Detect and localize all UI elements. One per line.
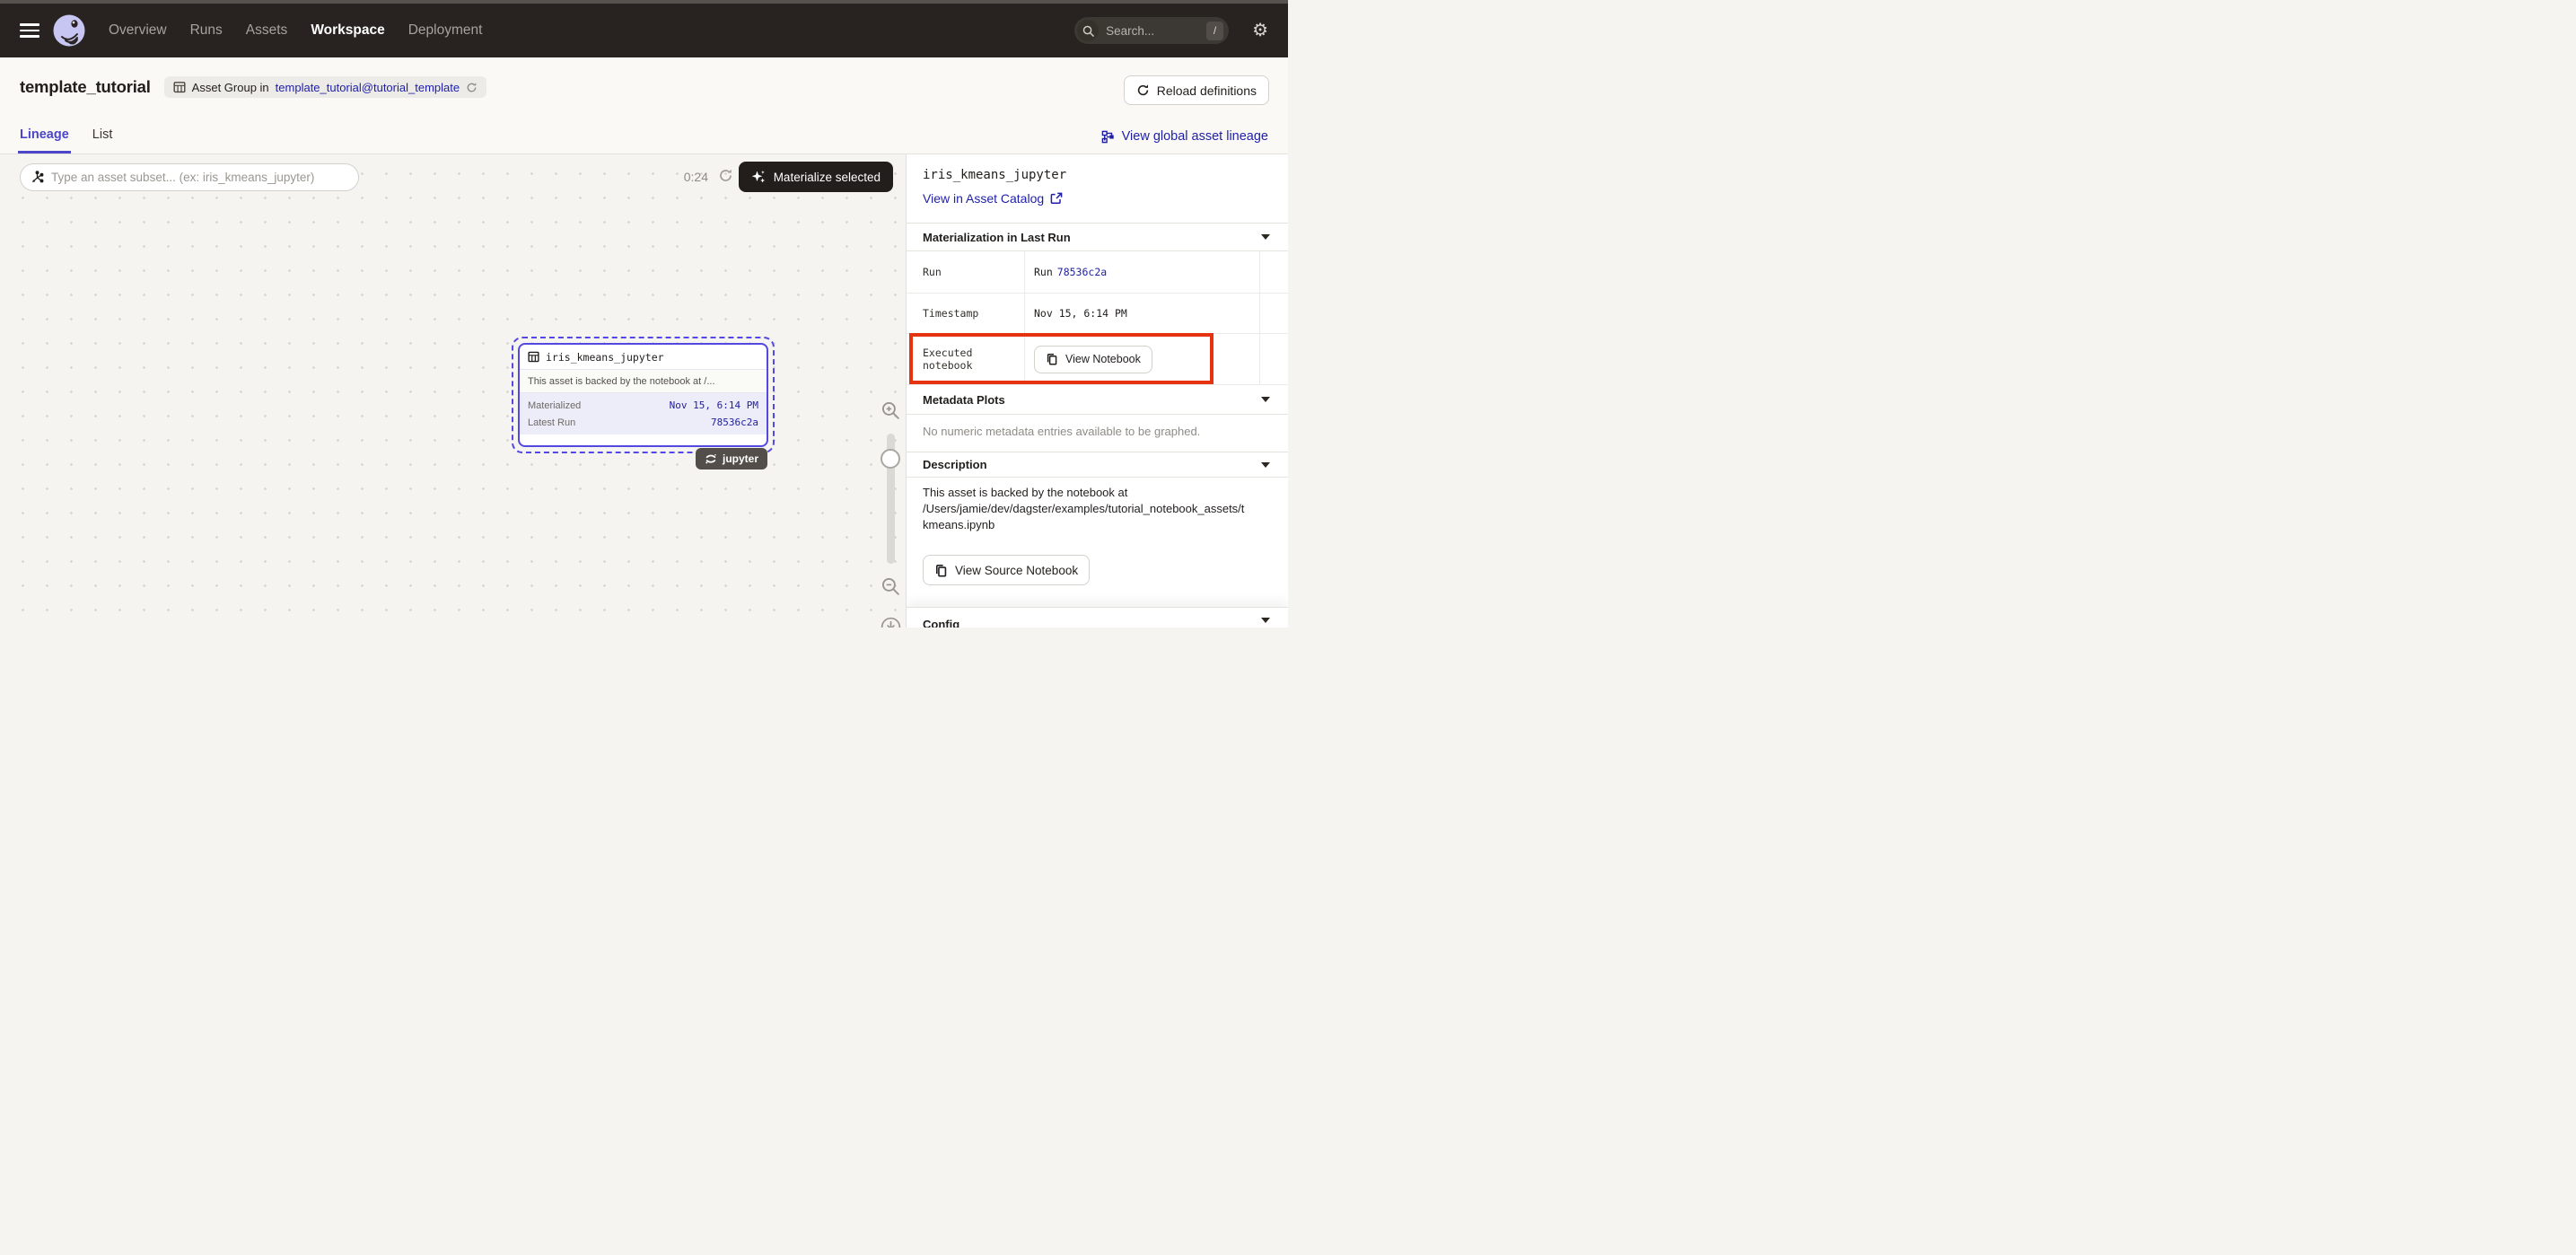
description-text: This asset is backed by the notebook at … (923, 485, 1284, 533)
tab-lineage[interactable]: Lineage (20, 127, 69, 154)
metadata-row-timestamp: Timestamp Nov 15, 6:14 PM (907, 294, 1288, 334)
description-line: /Users/jamie/dev/dagster/examples/tutori… (923, 501, 1284, 517)
asset-group-badge-link[interactable]: template_tutorial@tutorial_template (276, 81, 460, 94)
view-tabs: Lineage List (20, 127, 112, 154)
nav-menu: Overview Runs Assets Workspace Deploymen… (109, 22, 482, 39)
stat-value[interactable]: 78536c2a (711, 417, 758, 428)
download-icon[interactable] (881, 617, 901, 628)
caret-down-icon (1261, 618, 1270, 623)
node-stats: Materialized Nov 15, 6:14 PM Latest Run … (520, 393, 767, 434)
asset-detail-sidebar: iris_kmeans_jupyter View in Asset Catalo… (907, 154, 1288, 628)
table-icon (528, 351, 539, 363)
description-line: kmeans.ipynb (923, 517, 1284, 533)
zoom-in-icon[interactable] (881, 400, 901, 421)
caret-down-icon (1261, 462, 1270, 468)
nav-item-overview[interactable]: Overview (109, 22, 167, 39)
top-nav: Overview Runs Assets Workspace Deploymen… (0, 0, 1288, 57)
section-header-label: Metadata Plots (923, 393, 1005, 407)
lineage-canvas[interactable]: 0:24 Materialize selected iris_kme (0, 154, 907, 628)
nav-item-runs[interactable]: Runs (190, 22, 223, 39)
view-global-asset-lineage-label: View global asset lineage (1122, 129, 1268, 144)
section-header-label: Description (923, 458, 987, 471)
view-source-notebook-button[interactable]: View Source Notebook (923, 555, 1090, 585)
run-id-link[interactable]: 78536c2a (1057, 266, 1107, 278)
section-header-label: Config (923, 618, 959, 628)
stat-label: Materialized (528, 400, 581, 411)
view-notebook-button[interactable]: View Notebook (1034, 346, 1152, 373)
section-config[interactable]: Config (907, 607, 1288, 628)
metadata-value: Nov 15, 6:14 PM (1025, 294, 1260, 333)
materialize-selected-button[interactable]: Materialize selected (739, 162, 893, 192)
metadata-row-run: Run Run 78536c2a (907, 251, 1288, 294)
hamburger-menu-icon[interactable] (20, 23, 39, 38)
refresh-icon (1136, 83, 1150, 97)
dagster-logo (53, 14, 85, 47)
zoom-slider-thumb[interactable] (881, 449, 900, 469)
asset-group-icon (173, 81, 186, 93)
dagster-app: Overview Runs Assets Workspace Deploymen… (0, 0, 1288, 628)
page-header: template_tutorial Asset Group in templat… (0, 57, 1288, 154)
jupyter-icon (705, 452, 717, 465)
page-title: template_tutorial (20, 77, 151, 97)
metadata-key: Run (907, 251, 1025, 293)
metadata-key: Timestamp (907, 294, 1025, 333)
notebook-copy-icon (934, 564, 948, 577)
caret-down-icon (1261, 234, 1270, 240)
search-input[interactable] (1106, 24, 1206, 38)
stat-value: Nov 15, 6:14 PM (670, 399, 758, 411)
node-description: This asset is backed by the notebook at … (520, 369, 767, 393)
jupyter-tag-label: jupyter (723, 452, 758, 465)
stat-label: Latest Run (528, 417, 575, 428)
nav-item-assets[interactable]: Assets (246, 22, 288, 39)
section-description[interactable]: Description (907, 452, 1288, 478)
metadata-value-prefix: Run (1034, 266, 1053, 278)
materialize-selected-label: Materialize selected (774, 171, 881, 184)
view-global-asset-lineage-link[interactable]: View global asset lineage (1101, 129, 1268, 144)
node-stat-row: Materialized Nov 15, 6:14 PM (528, 399, 758, 411)
asset-subset-icon (31, 171, 44, 184)
node-title: iris_kmeans_jupyter (546, 351, 664, 364)
sidebar-asset-title: iris_kmeans_jupyter (923, 168, 1066, 182)
jupyter-tag[interactable]: jupyter (696, 448, 767, 470)
asset-group-badge-text: Asset Group in (192, 81, 269, 94)
global-search[interactable]: / (1074, 17, 1229, 44)
asset-node-iris-kmeans-jupyter[interactable]: iris_kmeans_jupyter This asset is backed… (518, 343, 768, 447)
main-content: 0:24 Materialize selected iris_kme (0, 154, 1288, 628)
section-header-label: Materialization in Last Run (923, 231, 1071, 244)
external-link-icon (1050, 192, 1063, 205)
node-stat-row: Latest Run 78536c2a (528, 417, 758, 428)
refresh-icon[interactable] (466, 82, 478, 93)
metadata-row-executed-notebook: Executed notebook View Notebook (907, 334, 1288, 385)
refresh-icon[interactable] (718, 168, 733, 183)
nav-item-deployment[interactable]: Deployment (408, 22, 483, 39)
caret-down-icon (1261, 397, 1270, 402)
metadata-key: Executed notebook (907, 334, 1025, 384)
metadata-plots-empty-message: No numeric metadata entries available to… (923, 425, 1200, 438)
view-source-notebook-label: View Source Notebook (955, 564, 1078, 577)
zoom-out-icon[interactable] (881, 576, 901, 597)
notebook-copy-icon (1046, 353, 1058, 365)
section-materialization-in-last-run[interactable]: Materialization in Last Run (907, 224, 1288, 251)
section-metadata-plots[interactable]: Metadata Plots (907, 385, 1288, 415)
asset-subset-input[interactable] (51, 171, 348, 184)
tab-list[interactable]: List (92, 127, 113, 154)
reload-definitions-button[interactable]: Reload definitions (1124, 75, 1269, 105)
asset-subset-search[interactable] (20, 163, 359, 191)
sparkle-icon (751, 170, 766, 184)
lineage-icon (1101, 130, 1115, 144)
asset-group-badge: Asset Group in template_tutorial@tutoria… (164, 76, 486, 98)
search-icon (1077, 20, 1099, 41)
description-line: This asset is backed by the notebook at (923, 485, 1284, 501)
refresh-countdown: 0:24 (684, 170, 708, 184)
nav-item-workspace[interactable]: Workspace (311, 22, 384, 39)
view-in-asset-catalog-label: View in Asset Catalog (923, 191, 1044, 206)
gear-icon[interactable]: ⚙ (1252, 22, 1268, 39)
reload-definitions-label: Reload definitions (1157, 83, 1257, 98)
view-in-asset-catalog-link[interactable]: View in Asset Catalog (923, 191, 1063, 206)
view-notebook-label: View Notebook (1065, 353, 1141, 365)
search-shortcut-key: / (1206, 22, 1223, 40)
